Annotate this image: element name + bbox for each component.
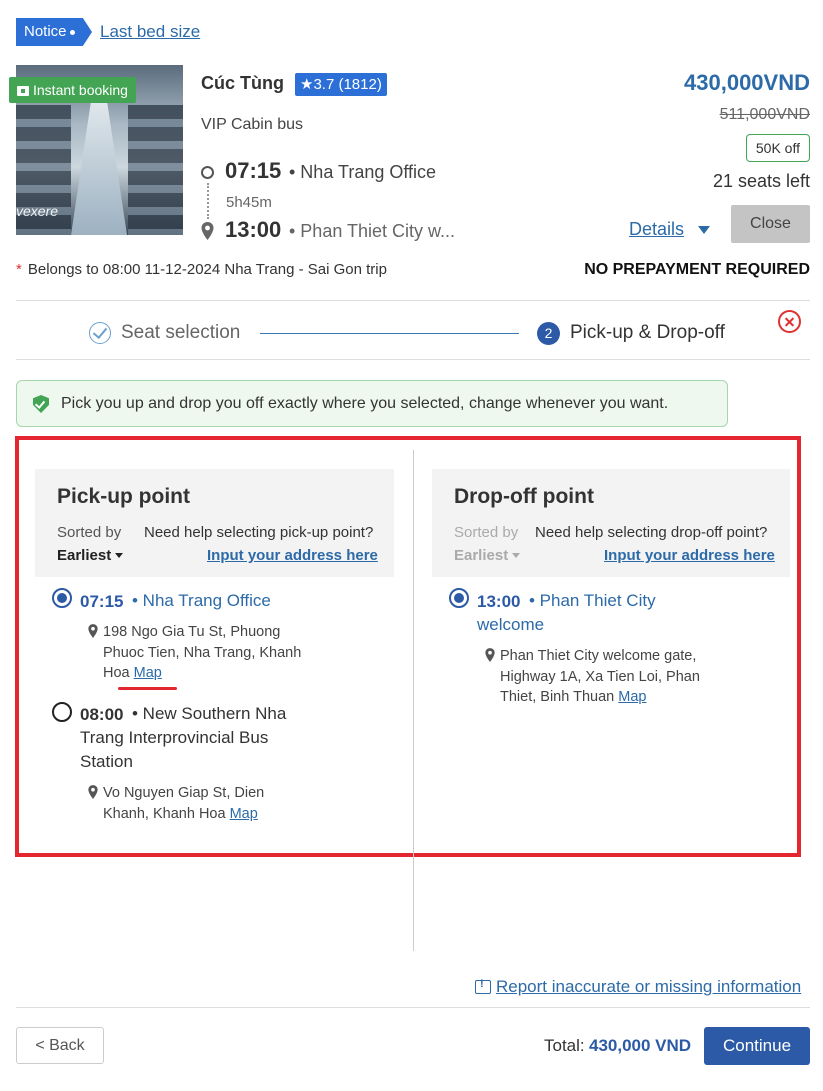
caret-down-icon — [115, 553, 124, 558]
pickup-radio-1[interactable] — [52, 588, 72, 608]
info-banner: Pick you up and drop you off exactly whe… — [16, 380, 728, 427]
pickup-address-2: Vo Nguyen Giap St, Dien Khanh, Khanh Hoa… — [103, 783, 303, 824]
continue-button[interactable]: Continue — [704, 1027, 810, 1065]
pickup-help-text: Need help selecting pick-up point? — [144, 524, 374, 541]
last-bed-size-link[interactable]: Last bed size — [100, 22, 200, 42]
shield-check-icon — [33, 395, 49, 413]
dropoff-map-link-1[interactable]: Map — [618, 689, 646, 705]
pickup-sort-value: Earliest — [57, 547, 112, 564]
photo-brand-watermark: vexere — [16, 203, 59, 219]
pickup-sorted-by: Sorted by — [57, 524, 122, 541]
arrival-pin-icon — [201, 222, 214, 240]
seats-left: 21 seats left — [712, 171, 810, 191]
report-info-link[interactable]: Report inaccurate or missing information — [496, 977, 801, 997]
arrival-place: • Phan Thiet City w... — [289, 221, 456, 241]
pickup-time-1[interactable]: 07:15 — [80, 592, 123, 612]
dropoff-sort-value: Earliest — [454, 547, 509, 564]
info-banner-text: Pick you up and drop you off exactly whe… — [61, 395, 669, 412]
step-number-badge: 2 — [537, 322, 560, 345]
no-prepayment-label: NO PREPAYMENT REQUIRED — [584, 261, 810, 278]
pickup-header: Pick-up point Sorted by Earliest Need he… — [35, 469, 394, 577]
pickup-input-address-link[interactable]: Input your address here — [207, 547, 378, 564]
divider — [16, 359, 810, 360]
pickup-map-link-1[interactable]: Map — [134, 665, 162, 681]
rating-badge[interactable]: ★3.7 (1812) — [295, 73, 387, 96]
star-icon: ★ — [300, 76, 314, 93]
instant-booking-badge: Instant booking — [9, 77, 136, 103]
dropoff-input-address-link[interactable]: Input your address here — [604, 547, 775, 564]
step-seat-selection[interactable]: Seat selection — [121, 322, 240, 344]
dropoff-address-text-1: Phan Thiet City welcome gate, Highway 1A… — [500, 648, 700, 705]
step-pickup-dropoff: Pick-up & Drop-off — [570, 322, 725, 343]
dropoff-header: Drop-off point Sorted by Earliest Need h… — [432, 469, 790, 577]
pickup-sort-dropdown[interactable]: Earliest — [57, 547, 124, 564]
total-label: Total: — [544, 1036, 585, 1055]
dropoff-radio-1[interactable] — [449, 588, 469, 608]
dropoff-sort-dropdown[interactable]: Earliest — [454, 547, 521, 564]
trip-duration: 5h45m — [226, 194, 272, 211]
departure-place: • Nha Trang Office — [289, 162, 437, 182]
report-icon[interactable] — [475, 978, 491, 994]
route-dotted-line — [207, 183, 209, 219]
location-pin-icon — [88, 785, 98, 799]
location-pin-icon — [88, 624, 98, 638]
pickup-address-1: 198 Ngo Gia Tu St, Phuong Phuoc Tien, Nh… — [103, 622, 313, 684]
location-pin-icon — [485, 648, 495, 662]
trip-note: * Belongs to 08:00 11-12-2024 Nha Trang -… — [16, 261, 387, 278]
divider — [16, 1007, 810, 1008]
rating-value: 3.7 (1812) — [313, 76, 382, 93]
departure-time: 07:15 — [225, 158, 282, 183]
arrival-time: 13:00 — [225, 217, 282, 242]
details-link[interactable]: Details — [629, 219, 684, 240]
check-circle-icon — [89, 322, 111, 344]
operator-name: Cúc Tùng — [201, 73, 284, 93]
dropoff-name-1[interactable]: • Phan Thiet City welcome — [477, 589, 697, 637]
close-button[interactable]: Close — [731, 205, 810, 243]
dropoff-address-1: Phan Thiet City welcome gate, Highway 1A… — [500, 646, 715, 708]
pickup-name-1[interactable]: • Nha Trang Office — [132, 589, 382, 613]
caret-down-icon — [512, 553, 521, 558]
annotation-underline — [118, 687, 177, 690]
departure-circle-icon — [201, 166, 214, 179]
original-price: 511,000VND — [719, 106, 810, 123]
notice-dot-icon — [69, 29, 75, 35]
pickup-title: Pick-up point — [57, 485, 190, 508]
column-divider — [413, 450, 414, 951]
pickup-map-link-2[interactable]: Map — [230, 806, 258, 822]
dropoff-sorted-by: Sorted by — [454, 524, 519, 541]
instant-booking-label: Instant booking — [33, 82, 128, 98]
ticket-price: 430,000VND — [684, 70, 810, 95]
back-button[interactable]: < Back — [16, 1027, 104, 1064]
caret-down-icon[interactable] — [698, 226, 710, 234]
booking-icon — [17, 86, 29, 96]
close-circle-icon[interactable] — [778, 310, 801, 333]
pickup-radio-2[interactable] — [52, 702, 72, 722]
trip-note-text: Belongs to 08:00 11-12-2024 Nha Trang - … — [27, 261, 387, 278]
notice-label: Notice — [24, 23, 67, 40]
divider — [16, 300, 810, 301]
dropoff-title: Drop-off point — [454, 485, 594, 508]
asterisk-icon: * — [16, 261, 22, 278]
dropoff-help-text: Need help selecting drop-off point? — [535, 524, 768, 541]
step-connector — [260, 333, 519, 334]
pickup-name-2[interactable]: • New Southern Nha Trang Interprovincial… — [80, 702, 310, 774]
bus-type: VIP Cabin bus — [201, 116, 303, 133]
notice-tag[interactable]: Notice — [16, 18, 92, 46]
discount-badge: 50K off — [745, 134, 810, 162]
total-value: 430,000 VND — [589, 1036, 692, 1055]
